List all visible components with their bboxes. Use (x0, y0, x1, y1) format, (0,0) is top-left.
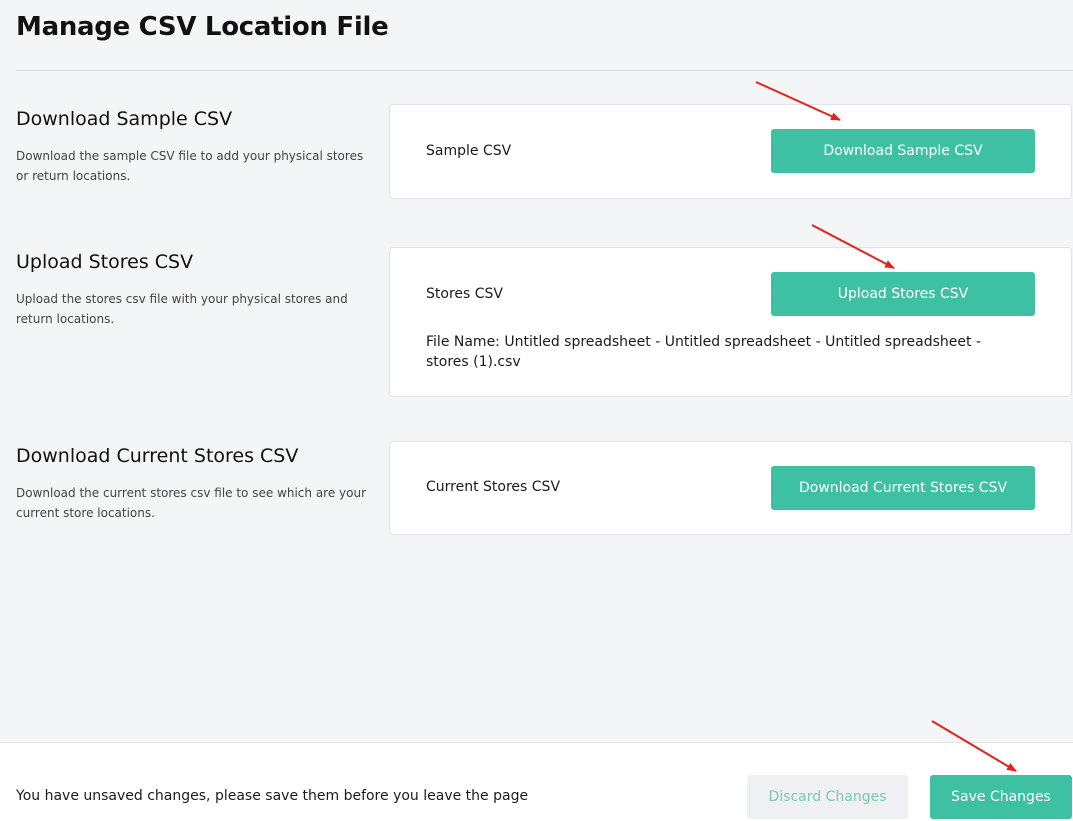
sample-csv-card: Sample CSV Download Sample CSV (389, 104, 1072, 199)
page-title: Manage CSV Location File (16, 12, 389, 42)
stores-csv-card: Stores CSV Upload Stores CSV File Name: … (389, 247, 1072, 397)
sample-csv-label: Sample CSV (426, 143, 512, 159)
section-download-current-info: Download Current Stores CSV Download the… (16, 445, 376, 523)
unsaved-changes-message: You have unsaved changes, please save th… (16, 788, 529, 804)
current-stores-csv-label: Current Stores CSV (426, 479, 561, 495)
section-description: Download the current stores csv file to … (16, 486, 367, 520)
download-sample-csv-button[interactable]: Download Sample CSV (771, 129, 1035, 173)
section-download-sample-info: Download Sample CSV Download the sample … (16, 108, 376, 186)
section-heading: Download Current Stores CSV (16, 445, 299, 467)
section-heading: Upload Stores CSV (16, 251, 194, 273)
stores-csv-label: Stores CSV (426, 286, 503, 302)
section-description: Download the sample CSV file to add your… (16, 149, 364, 183)
section-upload-stores-info: Upload Stores CSV Upload the stores csv … (16, 251, 376, 329)
discard-changes-button[interactable]: Discard Changes (747, 775, 908, 819)
upload-stores-csv-button[interactable]: Upload Stores CSV (771, 272, 1035, 316)
current-stores-csv-card: Current Stores CSV Download Current Stor… (389, 441, 1072, 535)
section-heading: Download Sample CSV (16, 108, 233, 130)
section-description: Upload the stores csv file with your phy… (16, 292, 348, 326)
save-changes-button[interactable]: Save Changes (930, 775, 1072, 819)
unsaved-changes-bar: You have unsaved changes, please save th… (0, 742, 1073, 821)
header-divider (16, 70, 1073, 71)
download-current-stores-csv-button[interactable]: Download Current Stores CSV (771, 466, 1035, 510)
uploaded-file-name: File Name: Untitled spreadsheet - Untitl… (426, 334, 982, 370)
